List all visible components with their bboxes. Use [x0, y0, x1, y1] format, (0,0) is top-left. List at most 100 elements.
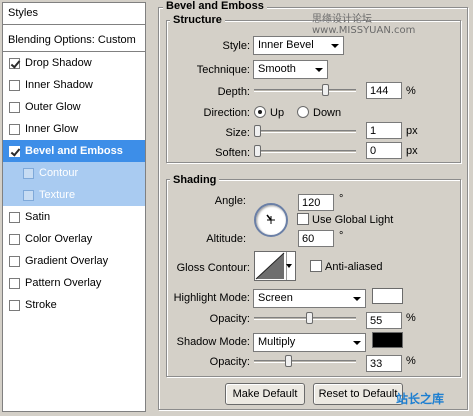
highlight-mode-select[interactable]: Screen	[253, 289, 366, 308]
styles-list: Styles Blending Options: Custom Drop Sha…	[2, 2, 146, 412]
style-item-inner-glow[interactable]: Inner Glow	[3, 118, 145, 140]
style-item-satin[interactable]: Satin	[3, 206, 145, 228]
shadow-opacity-label: Opacity:	[209, 356, 250, 368]
depth-slider-handle[interactable]	[322, 84, 330, 96]
shadow-opacity-input[interactable]: 33	[366, 355, 402, 372]
technique-label: Technique:	[196, 64, 250, 76]
style-item-label: Texture	[39, 189, 76, 201]
angle-input[interactable]: 120	[298, 194, 334, 211]
altitude-label: Altitude:	[206, 233, 246, 245]
shadow-mode-select[interactable]: Multiply	[253, 333, 366, 352]
size-label: Size:	[225, 127, 250, 139]
direction-label: Direction:	[203, 107, 250, 119]
contour-preview-icon	[255, 252, 285, 280]
watermark-top: 思缘设计论坛 www.MISSYUAN.com	[312, 14, 416, 36]
style-item-outer-glow[interactable]: Outer Glow	[3, 96, 145, 118]
make-default-button[interactable]: Make Default	[225, 383, 305, 405]
pattern-overlay-checkbox[interactable]	[9, 277, 20, 289]
soften-slider-track[interactable]	[254, 150, 356, 153]
style-item-pattern-overlay[interactable]: Pattern Overlay	[3, 272, 145, 294]
highlight-color-swatch[interactable]	[372, 288, 403, 304]
size-slider-track[interactable]	[254, 130, 356, 133]
style-label: Style:	[222, 40, 250, 52]
chevron-down-icon	[353, 341, 361, 345]
size-slider-handle[interactable]	[254, 125, 261, 137]
style-item-contour[interactable]: Contour	[3, 162, 145, 184]
style-item-label: Satin	[25, 211, 51, 223]
bevel-emboss-title: Bevel and Emboss	[163, 0, 267, 12]
highlight-opacity-unit: %	[406, 312, 416, 324]
drop-shadow-checkbox[interactable]	[9, 57, 20, 69]
depth-input[interactable]: 144	[366, 82, 402, 99]
angle-label: Angle:	[214, 195, 246, 207]
watermark-bottom: 站长之库	[396, 392, 445, 406]
use-global-light-checkbox[interactable]	[297, 213, 309, 225]
style-item-label: Outer Glow	[25, 101, 81, 113]
chevron-down-icon	[315, 68, 323, 72]
style-item-inner-shadow[interactable]: Inner Shadow	[3, 74, 145, 96]
style-item-texture[interactable]: Texture	[3, 184, 145, 206]
size-unit: px	[406, 125, 418, 137]
style-item-drop-shadow[interactable]: Drop Shadow	[3, 52, 145, 74]
direction-up-label: Up	[270, 107, 285, 119]
anti-aliased-checkbox[interactable]	[310, 260, 322, 272]
shading-title: Shading	[170, 174, 220, 186]
direction-up-radio[interactable]	[254, 106, 266, 118]
shadow-opacity-slider-handle[interactable]	[285, 355, 293, 367]
altitude-unit: °	[339, 230, 344, 242]
bevel-and-emboss-checkbox[interactable]	[9, 145, 20, 157]
gloss-contour-picker[interactable]	[254, 251, 296, 281]
satin-checkbox[interactable]	[9, 211, 20, 223]
soften-input[interactable]: 0	[366, 142, 402, 159]
contour-checkbox[interactable]	[23, 167, 34, 179]
style-item-bevel-and-emboss[interactable]: Bevel and Emboss	[3, 140, 145, 162]
shadow-mode-label: Shadow Mode:	[176, 336, 250, 348]
styles-header[interactable]: Styles	[3, 3, 145, 25]
shadow-opacity-unit: %	[406, 355, 416, 367]
stroke-checkbox[interactable]	[9, 299, 20, 311]
style-item-stroke[interactable]: Stroke	[3, 294, 145, 316]
style-item-label: Contour	[39, 167, 79, 179]
angle-unit: °	[339, 193, 344, 205]
depth-slider-track[interactable]	[254, 89, 356, 92]
technique-select[interactable]: Smooth	[253, 60, 328, 79]
crosshair-icon	[266, 214, 275, 224]
structure-title: Structure	[170, 14, 225, 26]
anti-aliased-label: Anti-aliased	[325, 261, 383, 273]
inner-shadow-checkbox[interactable]	[9, 79, 20, 91]
style-item-label: Inner Shadow	[25, 79, 93, 91]
gradient-overlay-checkbox[interactable]	[9, 255, 20, 267]
size-input[interactable]: 1	[366, 122, 402, 139]
direction-down-label: Down	[313, 107, 342, 119]
highlight-mode-value: Screen	[258, 292, 293, 304]
use-global-light-label: Use Global Light	[312, 214, 394, 226]
direction-down-radio[interactable]	[297, 106, 309, 118]
style-item-color-overlay[interactable]: Color Overlay	[3, 228, 145, 250]
highlight-opacity-input[interactable]: 55	[366, 312, 402, 329]
style-item-label: Inner Glow	[25, 123, 79, 135]
soften-slider-handle[interactable]	[254, 145, 261, 157]
shadow-mode-value: Multiply	[258, 336, 296, 348]
style-item-gradient-overlay[interactable]: Gradient Overlay	[3, 250, 145, 272]
color-overlay-checkbox[interactable]	[9, 233, 20, 245]
reset-to-default-button[interactable]: Reset to Default	[313, 383, 403, 405]
depth-unit: %	[406, 85, 416, 97]
angle-dial[interactable]	[254, 203, 288, 237]
chevron-down-icon	[286, 264, 292, 268]
depth-label: Depth:	[217, 86, 250, 98]
style-item-label: Stroke	[25, 299, 57, 311]
style-select[interactable]: Inner Bevel	[253, 36, 344, 55]
highlight-opacity-slider-track[interactable]	[254, 317, 356, 320]
texture-checkbox[interactable]	[23, 189, 34, 201]
shadow-opacity-slider-track[interactable]	[254, 360, 356, 363]
blending-options-item[interactable]: Blending Options: Custom	[3, 30, 145, 52]
outer-glow-checkbox[interactable]	[9, 101, 20, 113]
gloss-contour-label: Gloss Contour:	[176, 262, 250, 274]
soften-unit: px	[406, 145, 418, 157]
shadow-color-swatch[interactable]	[372, 332, 403, 348]
highlight-opacity-slider-handle[interactable]	[306, 312, 314, 324]
technique-select-value: Smooth	[258, 63, 296, 75]
altitude-input[interactable]: 60	[298, 230, 334, 247]
inner-glow-checkbox[interactable]	[9, 123, 20, 135]
highlight-mode-label: Highlight Mode:	[173, 292, 250, 304]
